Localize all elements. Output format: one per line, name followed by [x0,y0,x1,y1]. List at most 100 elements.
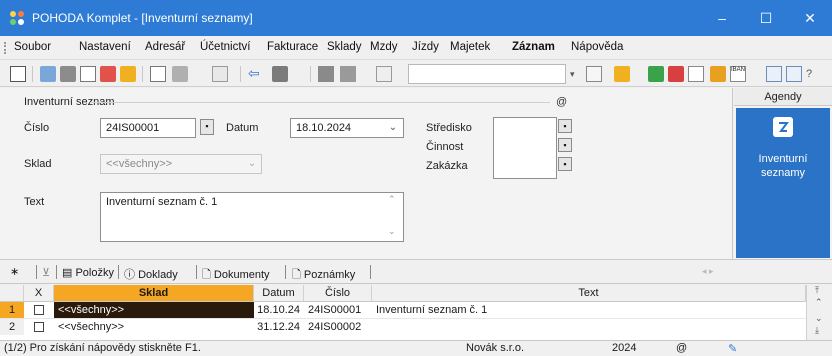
text-area[interactable]: Inventurní seznam č. 1 [100,192,404,242]
column-header-cislo[interactable]: Číslo [304,285,372,302]
tab-polozky[interactable]: ▤ Položky [62,266,114,279]
cinnost-picker-button[interactable]: ▪ [558,138,572,152]
agendy-header: Agendy [734,88,832,106]
scroll-bottom-icon[interactable]: ⤓ [815,325,819,336]
record-form: Inventurní seznam @ Číslo 24IS00001 ▪ Da… [0,88,733,259]
stack-icon[interactable] [272,66,288,82]
tab-poznamky-label: Poznámky [303,269,356,281]
back-arrow-icon[interactable]: ⇦ [248,66,264,82]
tab-poznamky[interactable]: 🗋 Poznámky [292,266,355,285]
column-header-text[interactable]: Text [372,285,806,302]
agendy-panel: Agendy Inventurní seznamy [734,88,832,259]
calc-icon[interactable] [668,66,684,82]
cislo-picker-button[interactable]: ▪ [200,119,214,135]
preview-icon[interactable] [80,66,96,82]
datum-label: Datum [226,122,259,134]
menu-adresar[interactable]: Adresář [145,41,185,53]
datum-value: 18.10.2024 [296,122,352,134]
menu-majetek[interactable]: Majetek [450,41,490,53]
minimize-button[interactable]: – [700,0,744,36]
row-checkbox[interactable] [34,322,44,332]
column-header-datum[interactable]: Datum [254,285,304,302]
folder-icon[interactable] [120,66,136,82]
scroll-down-icon[interactable]: ⌄ [388,226,396,237]
export-icon[interactable] [648,66,664,82]
title-bar: POHODA Komplet - [Inventurní seznamy] – … [0,0,832,36]
copy-icon[interactable] [340,66,356,82]
cell-cislo: 24IS00002 [308,321,362,333]
menu-sklady[interactable]: Sklady [327,41,362,53]
cinnost-label: Činnost [426,141,464,153]
records-table: X Sklad Datum Číslo Text 1 <<všechny>> 1… [0,285,832,340]
table-scrollbar[interactable]: ⤒ ⌃ ⌄ ⤓ [806,285,832,340]
quick-search-input[interactable] [408,64,566,84]
agenda-icon[interactable] [10,66,26,82]
menu-zaznam[interactable]: Záznam [512,41,555,53]
table-row[interactable]: 1 <<všechny>> 18.10.24 24IS00001 Inventu… [0,302,806,318]
save-icon[interactable] [318,66,334,82]
tabs-scroll-arrows[interactable]: ◂ ▸ [702,266,714,277]
row-checkbox[interactable] [34,305,44,315]
new-record-icon[interactable] [150,66,166,82]
column-header-x[interactable]: X [24,285,54,302]
cell-datum: 31.12.24 [257,321,300,333]
agendy-item-label: Inventurní seznamy [758,153,808,179]
cell-datum: 18.10.24 [257,304,300,316]
zakazka-picker-button[interactable]: ▪ [558,157,572,171]
help-icon[interactable]: ? [806,66,822,82]
menu-mzdy[interactable]: Mzdy [370,41,397,53]
scroll-up-icon[interactable]: ⌃ [815,297,823,308]
tab-dokumenty[interactable]: 🗋 Dokumenty [202,266,270,285]
table-icon[interactable] [212,66,228,82]
stredisko-label: Středisko [426,122,472,134]
cislo-field[interactable]: 24IS00001 [100,118,196,138]
menu-jizdy[interactable]: Jízdy [412,41,439,53]
filter-icon[interactable]: ⊻ [42,266,50,279]
sklad-select[interactable]: <<všechny>> [100,154,262,174]
tab-star[interactable]: ∗ [10,265,19,278]
print-preview-icon[interactable] [40,66,56,82]
maximize-button[interactable]: ☐ [744,0,788,36]
edit-icon[interactable] [172,66,188,82]
menu-bar: Soubor Nastavení Adresář Účetnictví Fakt… [0,36,832,60]
pohoda-logo-icon [10,11,24,25]
cislo-value: 24IS00001 [106,122,160,134]
status-hint: (1/2) Pro získání nápovědy stiskněte F1. [4,342,201,354]
folder-open-icon[interactable] [614,66,630,82]
print-icon[interactable] [60,66,76,82]
iban-icon[interactable]: IBAN [730,66,746,82]
cislo-label: Číslo [24,122,50,134]
agendy-item[interactable]: Inventurní seznamy [736,108,830,258]
scroll-down-icon[interactable]: ⌄ [815,313,823,324]
doc-icon[interactable] [688,66,704,82]
scroll-top-icon[interactable]: ⤒ [815,285,819,296]
stredisko-picker-button[interactable]: ▪ [558,119,572,133]
users-icon[interactable] [710,66,726,82]
scroll-up-icon[interactable]: ⌃ [388,194,396,205]
split-icon[interactable] [376,66,392,82]
menu-fakturace[interactable]: Fakturace [267,41,318,53]
text-label: Text [24,196,45,208]
menu-soubor[interactable]: Soubor [14,41,51,53]
column-header-sklad[interactable]: Sklad [54,285,254,302]
pen-icon: ✎ [728,343,738,355]
divider [90,102,550,103]
menu-nastaveni[interactable]: Nastavení [79,41,131,53]
pdf-icon[interactable] [100,66,116,82]
dropdown-arrow-icon[interactable]: ▾ [570,66,586,82]
datum-dropdown-icon[interactable]: ⌄ [385,119,401,137]
window-icon[interactable] [766,66,782,82]
tab-polozky-label: Položky [75,267,114,279]
window-grid-icon[interactable] [786,66,802,82]
stredisko-cinnost-zakazka-box[interactable] [493,117,557,179]
sklad-dropdown-icon[interactable]: ⌄ [244,155,260,173]
close-button[interactable]: ✕ [788,0,832,36]
filter-icon[interactable] [586,66,602,82]
menu-napoveda[interactable]: Nápověda [571,41,623,53]
table-row[interactable]: 2 <<všechny>> 31.12.24 24IS00002 [0,318,806,335]
grip-handle[interactable] [4,42,6,54]
menu-ucetnictvi[interactable]: Účetnictví [200,41,251,53]
tab-doklady[interactable]: ⓘ Doklady [124,266,178,282]
inventory-list-icon [773,117,793,137]
sklad-label: Sklad [24,158,52,170]
